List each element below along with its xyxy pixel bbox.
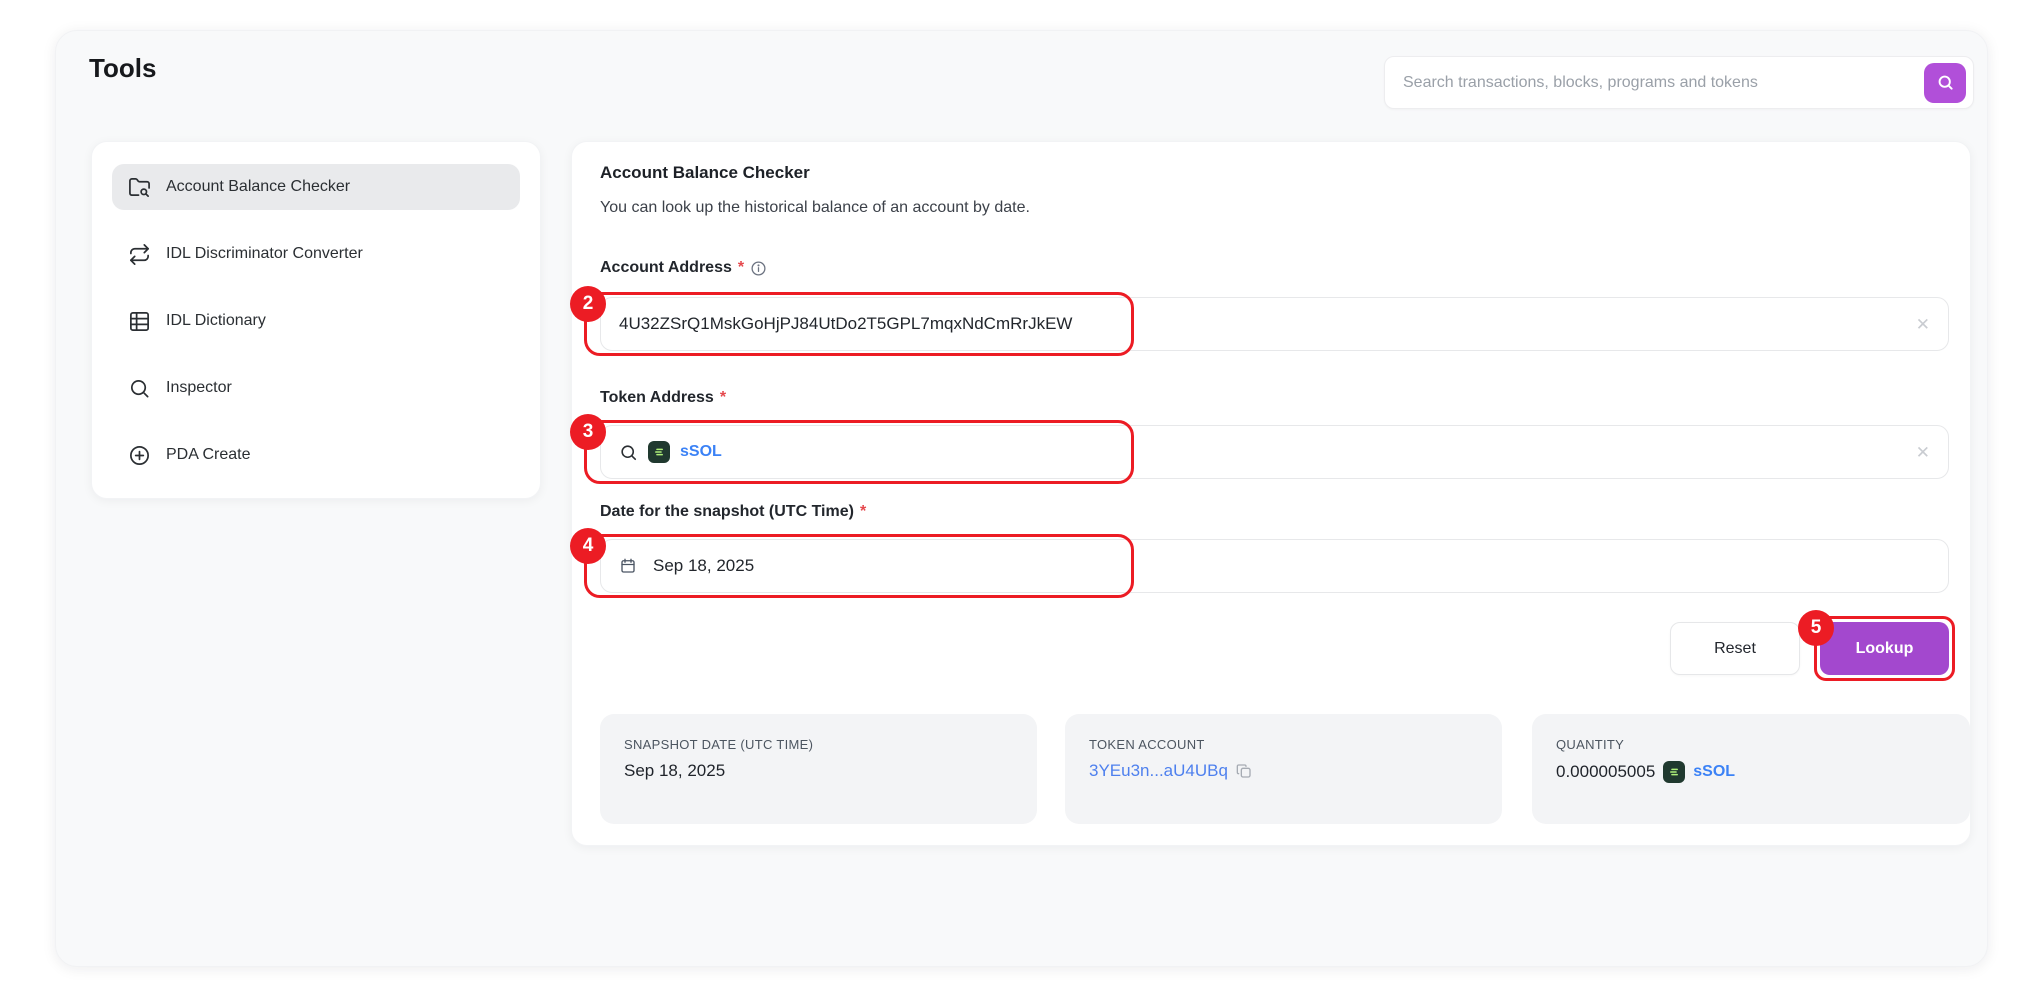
sidebar-item-pda-create[interactable]: PDA Create: [112, 432, 520, 478]
result-card-label: SNAPSHOT DATE (UTC TIME): [624, 737, 1013, 752]
search-icon: [128, 377, 151, 400]
search-input[interactable]: [1403, 74, 1924, 92]
result-card-label: TOKEN ACCOUNT: [1089, 737, 1478, 752]
ssol-token-icon: [648, 441, 670, 463]
sidebar-item-idl-dictionary[interactable]: IDL Dictionary: [112, 298, 520, 344]
main-panel: Tools Account Balance Checke: [55, 30, 1988, 967]
sidebar-item-idl-discriminator-converter[interactable]: IDL Discriminator Converter: [112, 231, 520, 277]
snapshot-date-result-value: Sep 18, 2025: [624, 761, 725, 781]
token-account-link[interactable]: 3YEu3n...aU4UBq: [1089, 761, 1228, 781]
sidebar-item-account-balance-checker[interactable]: Account Balance Checker: [112, 164, 520, 210]
table-icon: [128, 310, 151, 333]
token-address-label: Token Address *: [600, 389, 726, 407]
reset-button[interactable]: Reset: [1670, 622, 1800, 675]
copy-icon[interactable]: [1236, 763, 1252, 779]
snapshot-date-label: Date for the snapshot (UTC Time) *: [600, 503, 866, 521]
selected-token-label: sSOL: [680, 443, 722, 461]
annotation-badge-3: 3: [570, 414, 606, 450]
snapshot-date-result-card: SNAPSHOT DATE (UTC TIME) Sep 18, 2025: [600, 714, 1037, 824]
form-title: Account Balance Checker: [600, 163, 810, 183]
global-search-bar: [1384, 56, 1974, 109]
sidebar-item-label: PDA Create: [166, 446, 250, 464]
token-address-field[interactable]: sSOL ✕: [600, 425, 1949, 479]
search-icon: [619, 443, 638, 462]
quantity-token-link[interactable]: sSOL: [1693, 763, 1735, 781]
search-icon: [1936, 73, 1955, 92]
account-address-label: Account Address *: [600, 259, 767, 277]
ssol-token-icon: [1663, 761, 1685, 783]
plus-circle-icon: [128, 444, 151, 467]
quantity-result-card: QUANTITY 0.000005005 sSOL: [1532, 714, 1970, 824]
info-icon[interactable]: [750, 260, 767, 277]
sidebar-item-label: Inspector: [166, 379, 232, 397]
clear-account-address-icon[interactable]: ✕: [1916, 316, 1930, 333]
form-description: You can look up the historical balance o…: [600, 199, 1030, 217]
folder-search-icon: [128, 176, 151, 199]
sidebar-item-label: IDL Dictionary: [166, 312, 266, 330]
snapshot-date-value: Sep 18, 2025: [653, 556, 754, 576]
sidebar-item-label: IDL Discriminator Converter: [166, 245, 363, 263]
account-address-field: ✕: [600, 297, 1949, 351]
annotation-badge-2: 2: [570, 286, 606, 322]
tools-page: Tools Account Balance Checke: [0, 0, 2036, 1004]
sidebar-item-label: Account Balance Checker: [166, 178, 350, 196]
annotation-badge-5: 5: [1798, 610, 1834, 646]
page-title: Tools: [89, 53, 156, 84]
account-balance-checker-panel: Account Balance Checker You can look up …: [571, 141, 1971, 846]
calendar-icon: [619, 557, 637, 575]
token-account-result-card: TOKEN ACCOUNT 3YEu3n...aU4UBq: [1065, 714, 1502, 824]
search-button[interactable]: [1924, 63, 1966, 103]
annotation-badge-4: 4: [570, 528, 606, 564]
sidebar-item-inspector[interactable]: Inspector: [112, 365, 520, 411]
result-card-label: QUANTITY: [1556, 737, 1946, 752]
clear-token-address-icon[interactable]: ✕: [1916, 444, 1930, 461]
account-address-input[interactable]: [619, 314, 1906, 334]
snapshot-date-field[interactable]: Sep 18, 2025: [600, 539, 1949, 593]
quantity-value: 0.000005005: [1556, 762, 1655, 782]
swap-arrows-icon: [128, 243, 151, 266]
lookup-button[interactable]: Lookup: [1820, 622, 1949, 675]
tools-sidebar: Account Balance Checker IDL Discriminato…: [91, 141, 541, 499]
